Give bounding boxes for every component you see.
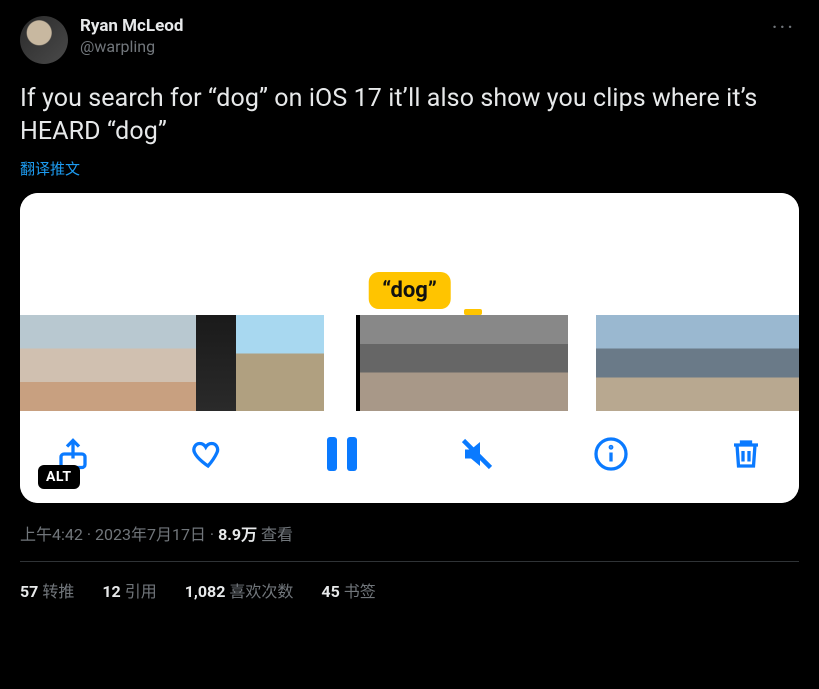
trash-icon (728, 436, 764, 472)
heart-icon (190, 436, 226, 472)
mute-button[interactable] (458, 435, 496, 473)
tweet-header: Ryan McLeod @warpling ··· (20, 16, 799, 64)
bookmarks-stat[interactable]: 45 书签 (321, 578, 375, 602)
timeline-clip[interactable] (352, 315, 568, 411)
timeline-clip[interactable] (596, 315, 799, 411)
pause-button[interactable] (323, 435, 361, 473)
timeline-frame (236, 315, 280, 411)
caption-bubble: “dog” (368, 272, 451, 309)
timeline-frame (728, 315, 772, 411)
media-attachment[interactable]: “dog” (20, 193, 799, 503)
author-display-name[interactable]: Ryan McLeod (80, 16, 183, 37)
meta-sep: · (206, 525, 218, 544)
media-toolbar (20, 411, 799, 503)
timeline-frame (772, 315, 799, 411)
info-icon (593, 436, 629, 472)
video-timeline[interactable] (20, 315, 799, 411)
timeline-frame (460, 315, 514, 411)
likes-stat[interactable]: 1,082喜欢次数 (185, 578, 294, 602)
quotes-label: 引用 (125, 582, 157, 601)
tweet-date[interactable]: 2023年7月17日 (95, 525, 206, 544)
tweet-container: Ryan McLeod @warpling ··· If you search … (0, 0, 819, 602)
bookmarks-count: 45 (321, 582, 339, 601)
avatar[interactable] (20, 16, 68, 64)
like-button[interactable] (189, 435, 227, 473)
translate-link[interactable]: 翻译推文 (20, 158, 799, 179)
bookmarks-label: 书签 (344, 582, 376, 601)
tweet-text: If you search for “dog” on iOS 17 it’ll … (20, 82, 799, 148)
tweet-time[interactable]: 上午4:42 (20, 525, 83, 544)
more-icon[interactable]: ··· (768, 16, 799, 41)
timeline-frame (64, 315, 108, 411)
retweets-count: 57 (20, 582, 38, 601)
timeline-frame (684, 315, 728, 411)
timeline-frame (152, 315, 196, 411)
tweet-stats: 57转推 12 引用 1,082喜欢次数 45 书签 (20, 562, 799, 602)
media-preview-area: “dog” (20, 193, 799, 315)
quotes-stat[interactable]: 12 引用 (102, 578, 156, 602)
timeline-clip[interactable] (20, 315, 324, 411)
delete-button[interactable] (727, 435, 765, 473)
views-count: 8.9万 (218, 525, 257, 544)
likes-label: 喜欢次数 (229, 582, 293, 601)
quotes-count: 12 (102, 582, 120, 601)
timeline-frame (20, 315, 64, 411)
author-handle[interactable]: @warpling (80, 37, 183, 57)
meta-sep: · (83, 525, 95, 544)
retweets-label: 转推 (42, 582, 74, 601)
tweet-meta: 上午4:42 · 2023年7月17日 · 8.9万 查看 (20, 521, 799, 545)
info-button[interactable] (592, 435, 630, 473)
timeline-frame (352, 315, 406, 411)
timeline-frame (406, 315, 460, 411)
retweets-stat[interactable]: 57转推 (20, 578, 74, 602)
likes-count: 1,082 (185, 582, 226, 601)
timeline-frame (596, 315, 640, 411)
timeline-frame (108, 315, 152, 411)
timeline-frame (196, 315, 236, 411)
views-label: 查看 (257, 525, 293, 544)
timeline-frame (280, 315, 324, 411)
author-block: Ryan McLeod @warpling (80, 16, 183, 57)
muted-icon (459, 436, 495, 472)
alt-badge[interactable]: ALT (38, 465, 80, 489)
pause-icon (327, 437, 357, 471)
timeline-frame (640, 315, 684, 411)
timeline-frame (514, 315, 568, 411)
